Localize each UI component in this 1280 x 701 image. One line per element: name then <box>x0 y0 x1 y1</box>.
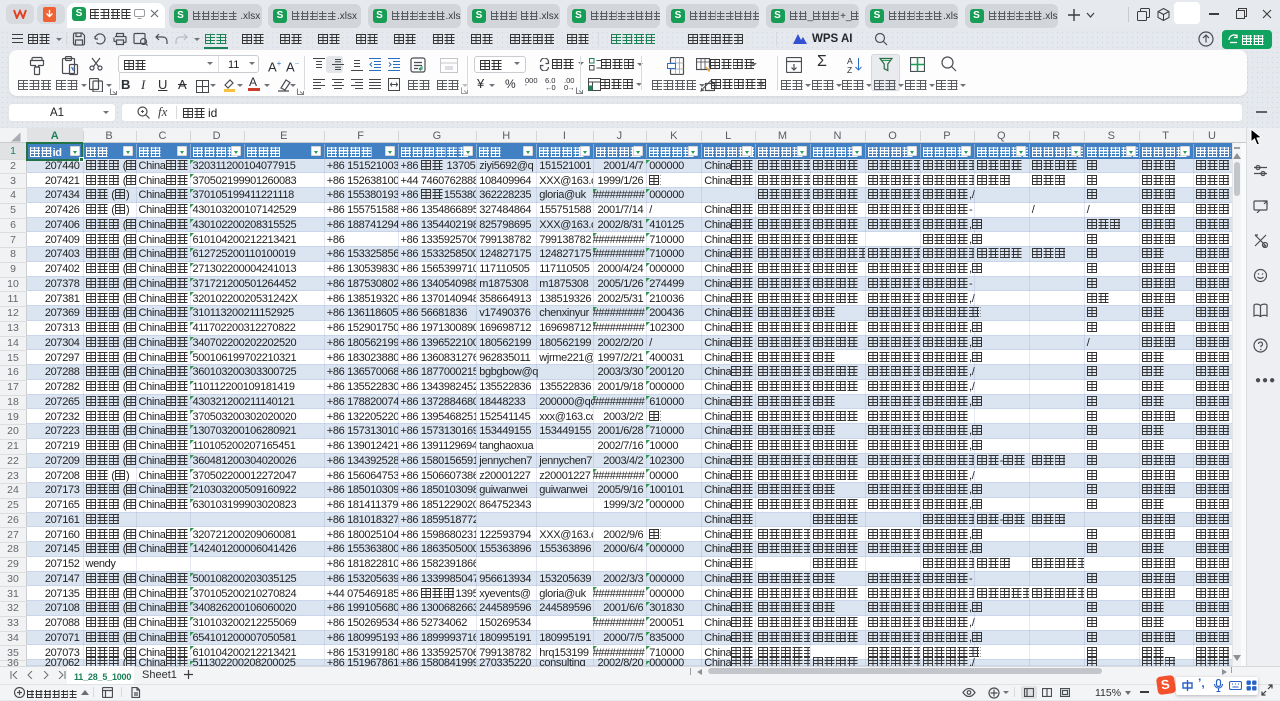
svg-text:Z: Z <box>847 65 852 73</box>
